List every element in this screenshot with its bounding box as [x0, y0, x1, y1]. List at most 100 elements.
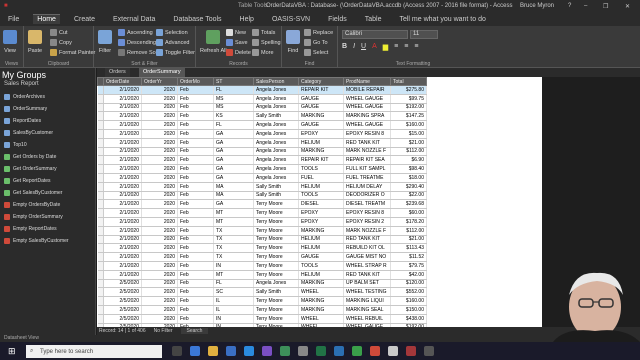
tab-database-tools[interactable]: Database Tools: [169, 15, 225, 24]
task-view-icon[interactable]: [172, 346, 182, 356]
toggle-filter-button[interactable]: Toggle Filter: [156, 49, 195, 56]
table-row[interactable]: 2/1/2020 2020 Feb GA Angela Jones FUEL FUEL TR…: [97, 173, 427, 183]
table-row[interactable]: 2/1/2020 2020 Feb TX Terry Moore MARKING MARK …: [97, 226, 427, 236]
selection-button[interactable]: Selection: [156, 29, 188, 36]
table-cell[interactable]: REBUILD KIT OL: [343, 243, 391, 254]
store-icon[interactable]: [226, 346, 236, 356]
table-cell[interactable]: MARKING: [298, 111, 344, 122]
column-header[interactable]: OrderMo: [177, 77, 214, 86]
table-cell[interactable]: GA: [213, 173, 254, 183]
table-cell[interactable]: 2/1/2020: [103, 147, 142, 157]
table-cell[interactable]: Angela Jones: [253, 279, 299, 289]
nav-item[interactable]: Empty OrdersByDate: [4, 200, 94, 210]
table-cell[interactable]: TX: [213, 235, 254, 245]
table-cell[interactable]: RED TANK KIT: [343, 270, 391, 280]
table-cell[interactable]: Feb: [177, 296, 214, 306]
table-row[interactable]: 2/5/2020 2020 Feb FL Angela Jones MARKING UP B…: [97, 279, 427, 289]
table-cell[interactable]: 2/1/2020: [103, 103, 142, 113]
table-cell[interactable]: 2020: [141, 164, 178, 174]
app-icon-2[interactable]: [298, 346, 308, 356]
table-cell[interactable]: HELIUM: [298, 243, 344, 254]
table-cell[interactable]: $79.75: [390, 261, 427, 271]
table-row[interactable]: 2/1/2020 2020 Feb GA Angela Jones TOOLS FULL K…: [97, 164, 427, 174]
table-cell[interactable]: SC: [213, 287, 254, 298]
align-center-icon[interactable]: ≡: [404, 43, 408, 51]
table-cell[interactable]: 2020: [141, 226, 178, 236]
nav-item[interactable]: Empty SalesByCustomer: [4, 236, 94, 246]
table-cell[interactable]: TOOLS: [298, 191, 344, 201]
table-cell[interactable]: GA: [213, 199, 254, 210]
tab-home[interactable]: Home: [33, 14, 60, 24]
access-app-icon[interactable]: ■: [4, 3, 8, 9]
table-cell[interactable]: 2/1/2020: [103, 129, 142, 139]
table-cell[interactable]: Angela Jones: [253, 173, 299, 183]
align-right-icon[interactable]: ≡: [414, 43, 418, 51]
table-cell[interactable]: Feb: [177, 287, 214, 298]
table-cell[interactable]: 2020: [141, 173, 178, 183]
table-cell[interactable]: $239.68: [390, 199, 427, 210]
table-cell[interactable]: MARKING: [298, 296, 344, 306]
app-icon-1[interactable]: [280, 346, 290, 356]
table-cell[interactable]: 2/1/2020: [103, 243, 142, 254]
table-cell[interactable]: Terry Moore: [253, 217, 299, 227]
column-header[interactable]: ST: [213, 77, 254, 86]
table-cell[interactable]: Angela Jones: [253, 120, 299, 130]
table-cell[interactable]: 2/1/2020: [103, 226, 142, 236]
table-cell[interactable]: MARKING: [298, 226, 344, 236]
table-cell[interactable]: Angela Jones: [253, 138, 299, 148]
table-cell[interactable]: GA: [213, 138, 254, 148]
delete-record-button[interactable]: Delete: [226, 49, 251, 56]
table-row[interactable]: 2/5/2020 2020 Feb SC Sally Smith WHEEL WHEEL T…: [97, 287, 427, 298]
table-cell[interactable]: 2/1/2020: [103, 261, 142, 271]
table-cell[interactable]: WHEEL GAUGE: [343, 103, 391, 113]
table-cell[interactable]: 2/1/2020: [103, 252, 142, 262]
nav-item[interactable]: SalesByCustomer: [4, 128, 94, 138]
table-cell[interactable]: Terry Moore: [253, 226, 299, 236]
table-cell[interactable]: HELIUM: [298, 235, 344, 245]
table-cell[interactable]: 2020: [141, 191, 178, 201]
align-left-icon[interactable]: ≡: [394, 43, 398, 51]
ascending-button[interactable]: Ascending: [118, 29, 153, 36]
column-header[interactable]: Category: [298, 77, 344, 86]
table-cell[interactable]: RED TANK KIT: [343, 138, 391, 148]
table-cell[interactable]: EPOXY RESIN 2: [343, 217, 391, 227]
table-cell[interactable]: 2020: [141, 305, 178, 315]
table-cell[interactable]: 2020: [141, 208, 178, 218]
table-cell[interactable]: 2020: [141, 296, 178, 306]
table-cell[interactable]: 2/5/2020: [103, 279, 142, 289]
table-cell[interactable]: GAUGE: [298, 94, 344, 104]
table-cell[interactable]: HELIUM: [298, 270, 344, 280]
table-cell[interactable]: 2020: [141, 287, 178, 298]
table-cell[interactable]: $147.25: [390, 111, 427, 122]
table-cell[interactable]: Feb: [177, 164, 214, 174]
advanced-button[interactable]: Advanced: [156, 39, 189, 46]
table-cell[interactable]: Terry Moore: [253, 314, 299, 324]
table-row[interactable]: 2/1/2020 2020 Feb TX Terry Moore GAUGE GAUGE M…: [97, 252, 427, 262]
table-row[interactable]: 2/1/2020 2020 Feb TX Terry Moore HELIUM REBUIL…: [97, 243, 427, 254]
tab-oasis-svn[interactable]: OASIS-SVN: [268, 15, 314, 24]
table-cell[interactable]: MARKING: [298, 279, 344, 289]
table-cell[interactable]: MS: [213, 94, 254, 104]
nav-item[interactable]: OrderArchives: [4, 92, 94, 102]
nav-item[interactable]: Empty ReportDates: [4, 224, 94, 234]
table-cell[interactable]: $112.00: [390, 226, 427, 236]
tab-orders[interactable]: Orders: [105, 68, 130, 77]
view-button[interactable]: View: [3, 30, 17, 54]
table-cell[interactable]: 2/1/2020: [103, 199, 142, 210]
table-cell[interactable]: RED TANK KIT: [343, 235, 391, 245]
table-cell[interactable]: 2/1/2020: [103, 155, 142, 166]
new-record-button[interactable]: New: [226, 29, 246, 36]
tell-me-search[interactable]: Tell me what you want to do: [395, 15, 489, 24]
table-cell[interactable]: $22.00: [390, 191, 427, 201]
tab-table[interactable]: Table: [361, 15, 386, 24]
table-cell[interactable]: UP BALM SET: [343, 279, 391, 289]
table-cell[interactable]: DIESEL: [298, 199, 344, 210]
table-cell[interactable]: EPOXY: [298, 129, 344, 139]
table-cell[interactable]: WHEEL STRAP R: [343, 261, 391, 271]
table-cell[interactable]: HELIUM: [298, 138, 344, 148]
app-icon-4[interactable]: [424, 346, 434, 356]
nav-item[interactable]: Empty OrderSummary: [4, 212, 94, 222]
table-row[interactable]: 2/5/2020 2020 Feb IL Terry Moore MARKING MARKI…: [97, 305, 427, 315]
table-cell[interactable]: MARKING SPRA: [343, 111, 391, 122]
table-row[interactable]: 2/1/2020 2020 Feb GA Angela Jones REPAIR KIT R…: [97, 155, 427, 166]
